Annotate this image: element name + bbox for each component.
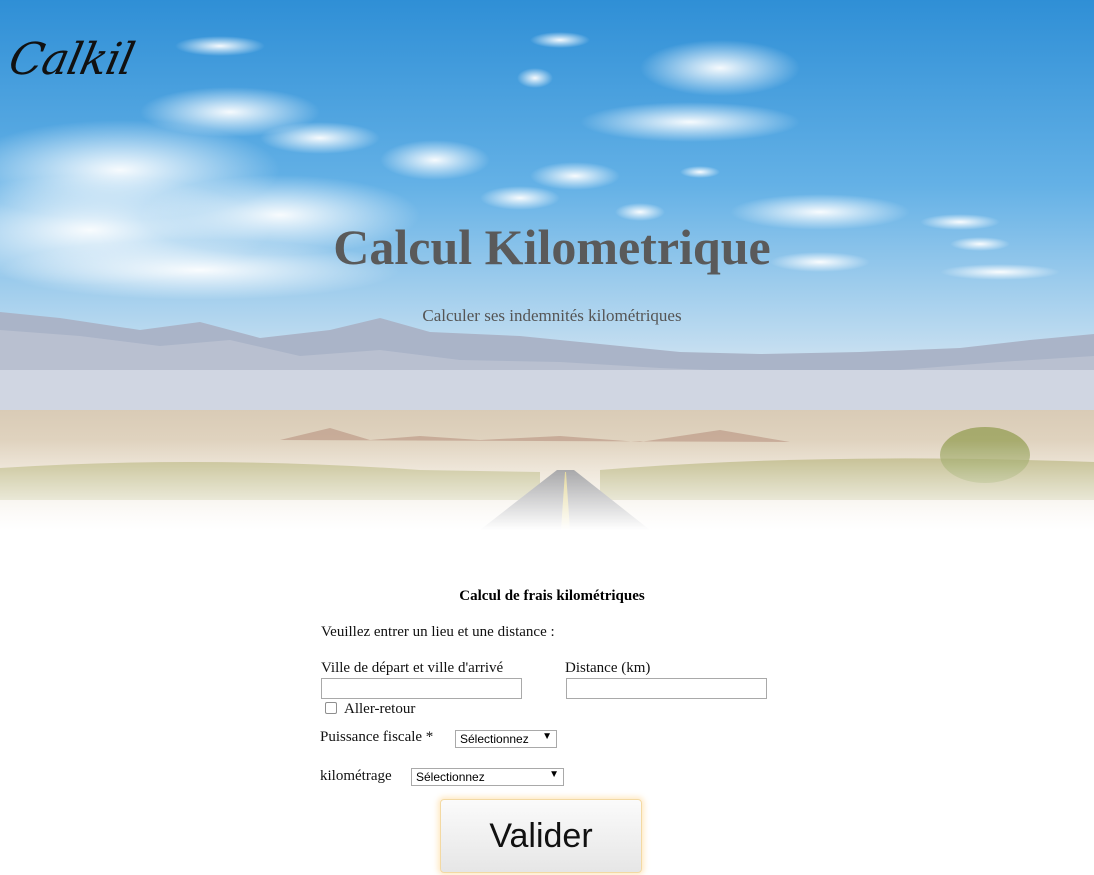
kilometrage-value: Sélectionnez	[416, 770, 485, 784]
page-title: Calcul Kilometrique	[333, 219, 771, 275]
puissance-fiscale-select[interactable]: Sélectionnez ▼	[455, 730, 557, 748]
hero-banner: Calkil Calcul Kilometrique Calculer ses …	[0, 0, 1094, 530]
kilometrage-select[interactable]: Sélectionnez ▼	[411, 768, 564, 786]
valider-button[interactable]: Valider	[440, 799, 642, 873]
page-subtitle: Calculer ses indemnités kilométriques	[422, 306, 682, 325]
distance-input[interactable]	[566, 678, 767, 699]
form-heading: Calcul de frais kilométriques	[459, 588, 645, 604]
kilometrage-label: kilométrage	[320, 768, 392, 784]
dropdown-arrow-icon: ▼	[549, 769, 559, 780]
form-intro-text: Veuillez entrer un lieu et une distance …	[321, 624, 555, 640]
ville-input[interactable]	[321, 678, 522, 699]
ville-label: Ville de départ et ville d'arrivé	[321, 660, 504, 676]
distance-label: Distance (km)	[565, 660, 651, 676]
puissance-fiscale-value: Sélectionnez	[460, 732, 529, 746]
brand-logo[interactable]: Calkil	[5, 34, 139, 85]
aller-retour-checkbox[interactable]	[325, 702, 337, 714]
puissance-fiscale-label: Puissance fiscale *	[320, 729, 434, 745]
dropdown-arrow-icon: ▼	[542, 731, 552, 742]
aller-retour-label: Aller-retour	[344, 701, 416, 717]
